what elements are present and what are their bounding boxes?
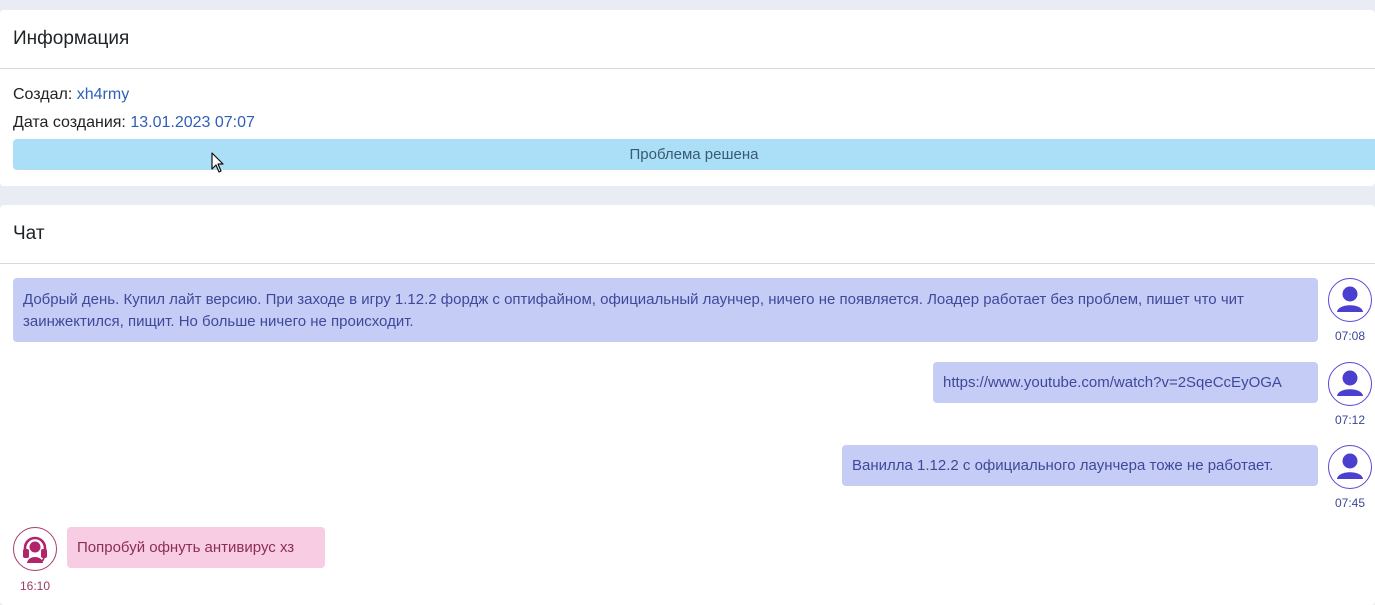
chat-title: Чат [13, 223, 45, 244]
date-value: 13.01.2023 07:07 [130, 114, 255, 131]
user-avatar-icon [1328, 278, 1372, 322]
support-message: Попробуй офнуть антивирус хз [67, 527, 325, 568]
creator-line: Создал: xh4rmy [13, 86, 129, 104]
user-avatar-icon [1328, 445, 1372, 489]
message-time: 16:10 [19, 579, 51, 593]
message-time: 07:08 [1334, 329, 1366, 343]
chat-divider [0, 263, 1375, 264]
info-card: Информация Создал: xh4rmy Дата создания:… [0, 10, 1375, 186]
headset-icon [13, 527, 57, 571]
date-label: Дата создания: [13, 114, 126, 131]
info-title: Информация [13, 28, 130, 49]
message-time: 07:45 [1334, 496, 1366, 510]
user-avatar-icon [1328, 362, 1372, 406]
creator-label: Создал: [13, 86, 73, 103]
creator-value: xh4rmy [76, 86, 130, 103]
user-message: Добрый день. Купил лайт версию. При захо… [13, 278, 1318, 342]
user-message[interactable]: https://www.youtube.com/watch?v=2SqeCcEy… [933, 362, 1318, 403]
user-message: Ванилла 1.12.2 с официального лаунчера т… [842, 445, 1318, 486]
mouse-pointer-icon [211, 152, 224, 173]
info-divider [0, 68, 1375, 69]
date-line: Дата создания: 13.01.2023 07:07 [13, 114, 255, 132]
message-time: 07:12 [1334, 413, 1366, 427]
chat-card: Чат Добрый день. Купил лайт версию. При … [0, 205, 1375, 605]
